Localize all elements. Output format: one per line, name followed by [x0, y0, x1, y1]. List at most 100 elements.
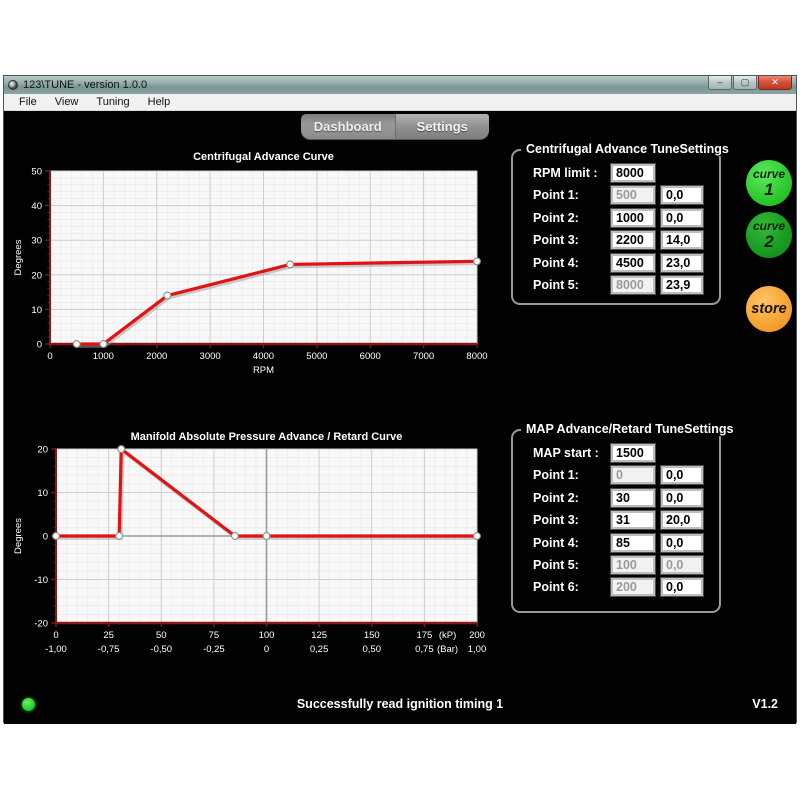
window-title: 123\TUNE - version 1.0.0 [23, 76, 147, 94]
curve-point-marker[interactable] [164, 292, 171, 299]
row-label: Point 2: [533, 491, 579, 505]
curve-1-button[interactable]: curve 1 [746, 160, 792, 206]
svg-text:150: 150 [364, 630, 380, 641]
svg-text:Manifold Absolute Pressure Adv: Manifold Absolute Pressure Advance / Ret… [131, 431, 403, 443]
svg-text:40: 40 [31, 201, 42, 212]
degrees-input[interactable] [661, 186, 703, 204]
svg-text:10: 10 [31, 305, 42, 316]
svg-text:-0,50: -0,50 [150, 644, 172, 655]
degrees-input[interactable] [661, 578, 703, 596]
panel-row: Point 2: [513, 489, 719, 507]
svg-text:0,25: 0,25 [310, 644, 329, 655]
panel-title: Centrifugal Advance TuneSettings [521, 142, 734, 156]
curve-point-marker[interactable] [116, 533, 123, 540]
degrees-input[interactable] [661, 254, 703, 272]
tab-settings[interactable]: Settings [396, 114, 490, 139]
degrees-input[interactable] [661, 511, 703, 529]
curve-point-marker[interactable] [118, 446, 125, 453]
svg-text:50: 50 [156, 630, 167, 641]
curve-point-marker[interactable] [232, 533, 239, 540]
value-input[interactable] [611, 164, 655, 182]
curve-point-marker[interactable] [474, 533, 481, 540]
row-label: Point 6: [533, 580, 579, 594]
store-button[interactable]: store [746, 286, 792, 332]
value-input[interactable] [611, 254, 655, 272]
menu-bar: FileViewTuningHelp [4, 94, 796, 111]
svg-text:20: 20 [31, 270, 42, 281]
curve-2-number: 2 [764, 233, 773, 250]
svg-text:200: 200 [469, 630, 485, 641]
row-label: Point 2: [533, 211, 579, 225]
value-input[interactable] [611, 511, 655, 529]
curve-point-marker[interactable] [73, 341, 80, 348]
curve-point-marker[interactable] [53, 533, 60, 540]
svg-text:1,00: 1,00 [468, 644, 487, 655]
svg-text:4000: 4000 [253, 351, 274, 362]
row-label: Point 4: [533, 256, 579, 270]
value-input[interactable] [611, 231, 655, 249]
map-advance-retard-chart: -20-10010200255075100125150175200-1,00-0… [9, 426, 499, 676]
degrees-input[interactable] [661, 489, 703, 507]
row-label: Point 5: [533, 278, 579, 292]
degrees-input[interactable] [661, 466, 703, 484]
degrees-input[interactable] [661, 209, 703, 227]
degrees-input[interactable] [661, 276, 703, 294]
svg-text:5000: 5000 [306, 351, 327, 362]
svg-text:3000: 3000 [200, 351, 221, 362]
value-input[interactable] [611, 444, 655, 462]
menu-item-tuning[interactable]: Tuning [87, 94, 138, 111]
row-label: Point 1: [533, 188, 579, 202]
curve-2-label: curve [753, 220, 785, 232]
app-window: 123\TUNE - version 1.0.0 – ▢ ✕ FileViewT… [3, 75, 797, 723]
svg-text:6000: 6000 [360, 351, 381, 362]
close-button[interactable]: ✕ [758, 76, 792, 90]
value-input [611, 186, 655, 204]
minimize-button[interactable]: – [708, 76, 732, 90]
svg-text:0,50: 0,50 [363, 644, 382, 655]
curve-point-marker[interactable] [474, 258, 481, 265]
curve-point-marker[interactable] [263, 533, 270, 540]
svg-text:RPM: RPM [253, 365, 274, 376]
svg-text:10: 10 [37, 488, 48, 499]
value-input[interactable] [611, 209, 655, 227]
title-bar[interactable]: 123\TUNE - version 1.0.0 – ▢ ✕ [4, 76, 796, 94]
value-input [611, 556, 655, 574]
curve-point-marker[interactable] [100, 341, 107, 348]
svg-text:2000: 2000 [146, 351, 167, 362]
degrees-input[interactable] [661, 534, 703, 552]
svg-text:-10: -10 [34, 575, 48, 586]
svg-text:7000: 7000 [413, 351, 434, 362]
panel-row: Point 5: [513, 556, 719, 574]
app-icon [8, 80, 18, 90]
svg-text:0: 0 [264, 644, 269, 655]
store-label: store [751, 302, 786, 317]
menu-item-view[interactable]: View [46, 94, 88, 111]
row-label: Point 3: [533, 513, 579, 527]
svg-text:175: 175 [416, 630, 432, 641]
svg-text:-1,00: -1,00 [45, 644, 67, 655]
tab-dashboard[interactable]: Dashboard [301, 114, 396, 139]
maximize-button[interactable]: ▢ [733, 76, 757, 90]
row-label: Point 4: [533, 536, 579, 550]
panel-row: Point 3: [513, 231, 719, 249]
svg-text:Degrees: Degrees [13, 518, 24, 554]
svg-text:100: 100 [259, 630, 275, 641]
panel-row: Point 6: [513, 578, 719, 596]
menu-item-help[interactable]: Help [139, 94, 180, 111]
svg-text:(Bar): (Bar) [437, 644, 458, 655]
curve-2-button[interactable]: curve 2 [746, 212, 792, 258]
svg-text:1000: 1000 [93, 351, 114, 362]
value-input[interactable] [611, 489, 655, 507]
svg-text:0: 0 [43, 532, 48, 543]
svg-text:-0,75: -0,75 [98, 644, 120, 655]
svg-text:0,75: 0,75 [415, 644, 434, 655]
svg-text:-0,25: -0,25 [203, 644, 225, 655]
panel-title: MAP Advance/Retard TuneSettings [521, 422, 738, 436]
svg-text:25: 25 [103, 630, 114, 641]
curve-point-marker[interactable] [287, 261, 294, 268]
value-input [611, 578, 655, 596]
value-input[interactable] [611, 534, 655, 552]
svg-text:0: 0 [53, 630, 58, 641]
degrees-input[interactable] [661, 231, 703, 249]
menu-item-file[interactable]: File [10, 94, 46, 111]
